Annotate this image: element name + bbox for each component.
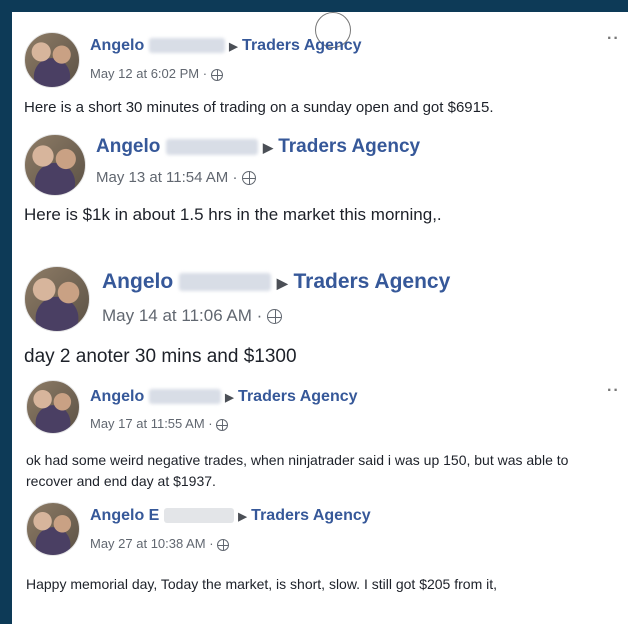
post-date[interactable]: May 12 at 6:02 PM [90, 66, 199, 81]
arrow-right-icon: ▶ [229, 41, 238, 53]
avatar[interactable] [26, 502, 80, 556]
redacted-surname [165, 138, 258, 155]
post-meta: May 14 at 11:06 AM · [102, 306, 283, 326]
meta-separator: · [208, 416, 213, 431]
post-header-names: Angelo ▶ Traders Agency [90, 37, 362, 55]
author-name[interactable]: Angelo [90, 388, 144, 405]
meta-separator: · [256, 306, 263, 325]
avatar[interactable] [26, 380, 80, 434]
author-name[interactable]: Angelo [96, 136, 160, 157]
meta-separator: · [232, 169, 238, 186]
post-meta: May 12 at 6:02 PM · [90, 66, 223, 81]
page-name[interactable]: Traders Agency [278, 136, 420, 157]
redacted-surname [179, 273, 272, 292]
post-header-names: Angelo E ▶ Traders Agency [90, 507, 371, 525]
avatar[interactable] [24, 32, 80, 88]
post-5: Angelo E ▶ Traders Agency May 27 at 10:3… [12, 502, 628, 624]
post-meta: May 13 at 11:54 AM · [96, 169, 256, 186]
post-text: day 2 anoter 30 mins and $1300 [24, 346, 297, 367]
meta-separator: · [209, 536, 214, 551]
arrow-right-icon: ▶ [262, 140, 273, 155]
post-text: Here is a short 30 minutes of trading on… [24, 99, 494, 116]
author-name[interactable]: Angelo [90, 37, 144, 54]
redacted-surname [148, 38, 225, 54]
globe-icon [267, 309, 283, 325]
page-name[interactable]: Traders Agency [242, 37, 361, 54]
post-4: Angelo ▶ Traders Agency May 17 at 11:55 … [12, 380, 628, 500]
globe-icon [217, 538, 230, 551]
post-1: Angelo ▶ Traders Agency May 12 at 6:02 P… [12, 30, 628, 137]
avatar[interactable] [24, 266, 90, 332]
avatar[interactable] [24, 134, 86, 196]
page-name[interactable]: Traders Agency [251, 507, 370, 524]
post-header-names: Angelo ▶ Traders Agency [90, 388, 358, 406]
redacted-surname [163, 508, 234, 524]
page-name[interactable]: Traders Agency [293, 270, 450, 293]
author-name[interactable]: Angelo [102, 270, 173, 293]
globe-icon [241, 171, 256, 186]
post-date[interactable]: May 27 at 10:38 AM [90, 536, 206, 551]
more-options-icon[interactable]: ·· [607, 30, 620, 48]
post-date[interactable]: May 14 at 11:06 AM [102, 306, 252, 325]
screenshot-frame: Angelo ▶ Traders Agency May 12 at 6:02 P… [12, 12, 628, 624]
post-date[interactable]: May 13 at 11:54 AM [96, 169, 228, 186]
page-name[interactable]: Traders Agency [238, 388, 357, 405]
post-text: Here is $1k in about 1.5 hrs in the mark… [24, 205, 442, 224]
arrow-right-icon: ▶ [225, 392, 234, 404]
globe-icon [216, 418, 229, 431]
post-meta: May 27 at 10:38 AM · [90, 536, 230, 551]
arrow-right-icon: ▶ [276, 275, 288, 291]
globe-icon [210, 68, 223, 81]
redacted-surname [148, 389, 221, 405]
post-header-names: Angelo ▶ Traders Agency [96, 136, 420, 158]
post-date[interactable]: May 17 at 11:55 AM [90, 416, 205, 431]
post-text: Happy memorial day, Today the market, is… [26, 576, 498, 592]
post-meta: May 17 at 11:55 AM · [90, 416, 229, 431]
author-name[interactable]: Angelo E [90, 507, 159, 524]
more-options-icon[interactable]: ·· [607, 382, 620, 400]
post-2: Angelo ▶ Traders Agency May 13 at 11:54 … [12, 134, 628, 244]
post-text: ok had some weird negative trades, when … [26, 452, 569, 489]
post-3: Angelo ▶ Traders Agency May 14 at 11:06 … [12, 266, 628, 376]
post-header-names: Angelo ▶ Traders Agency [102, 270, 450, 294]
arrow-right-icon: ▶ [238, 511, 247, 523]
meta-separator: · [202, 66, 208, 81]
